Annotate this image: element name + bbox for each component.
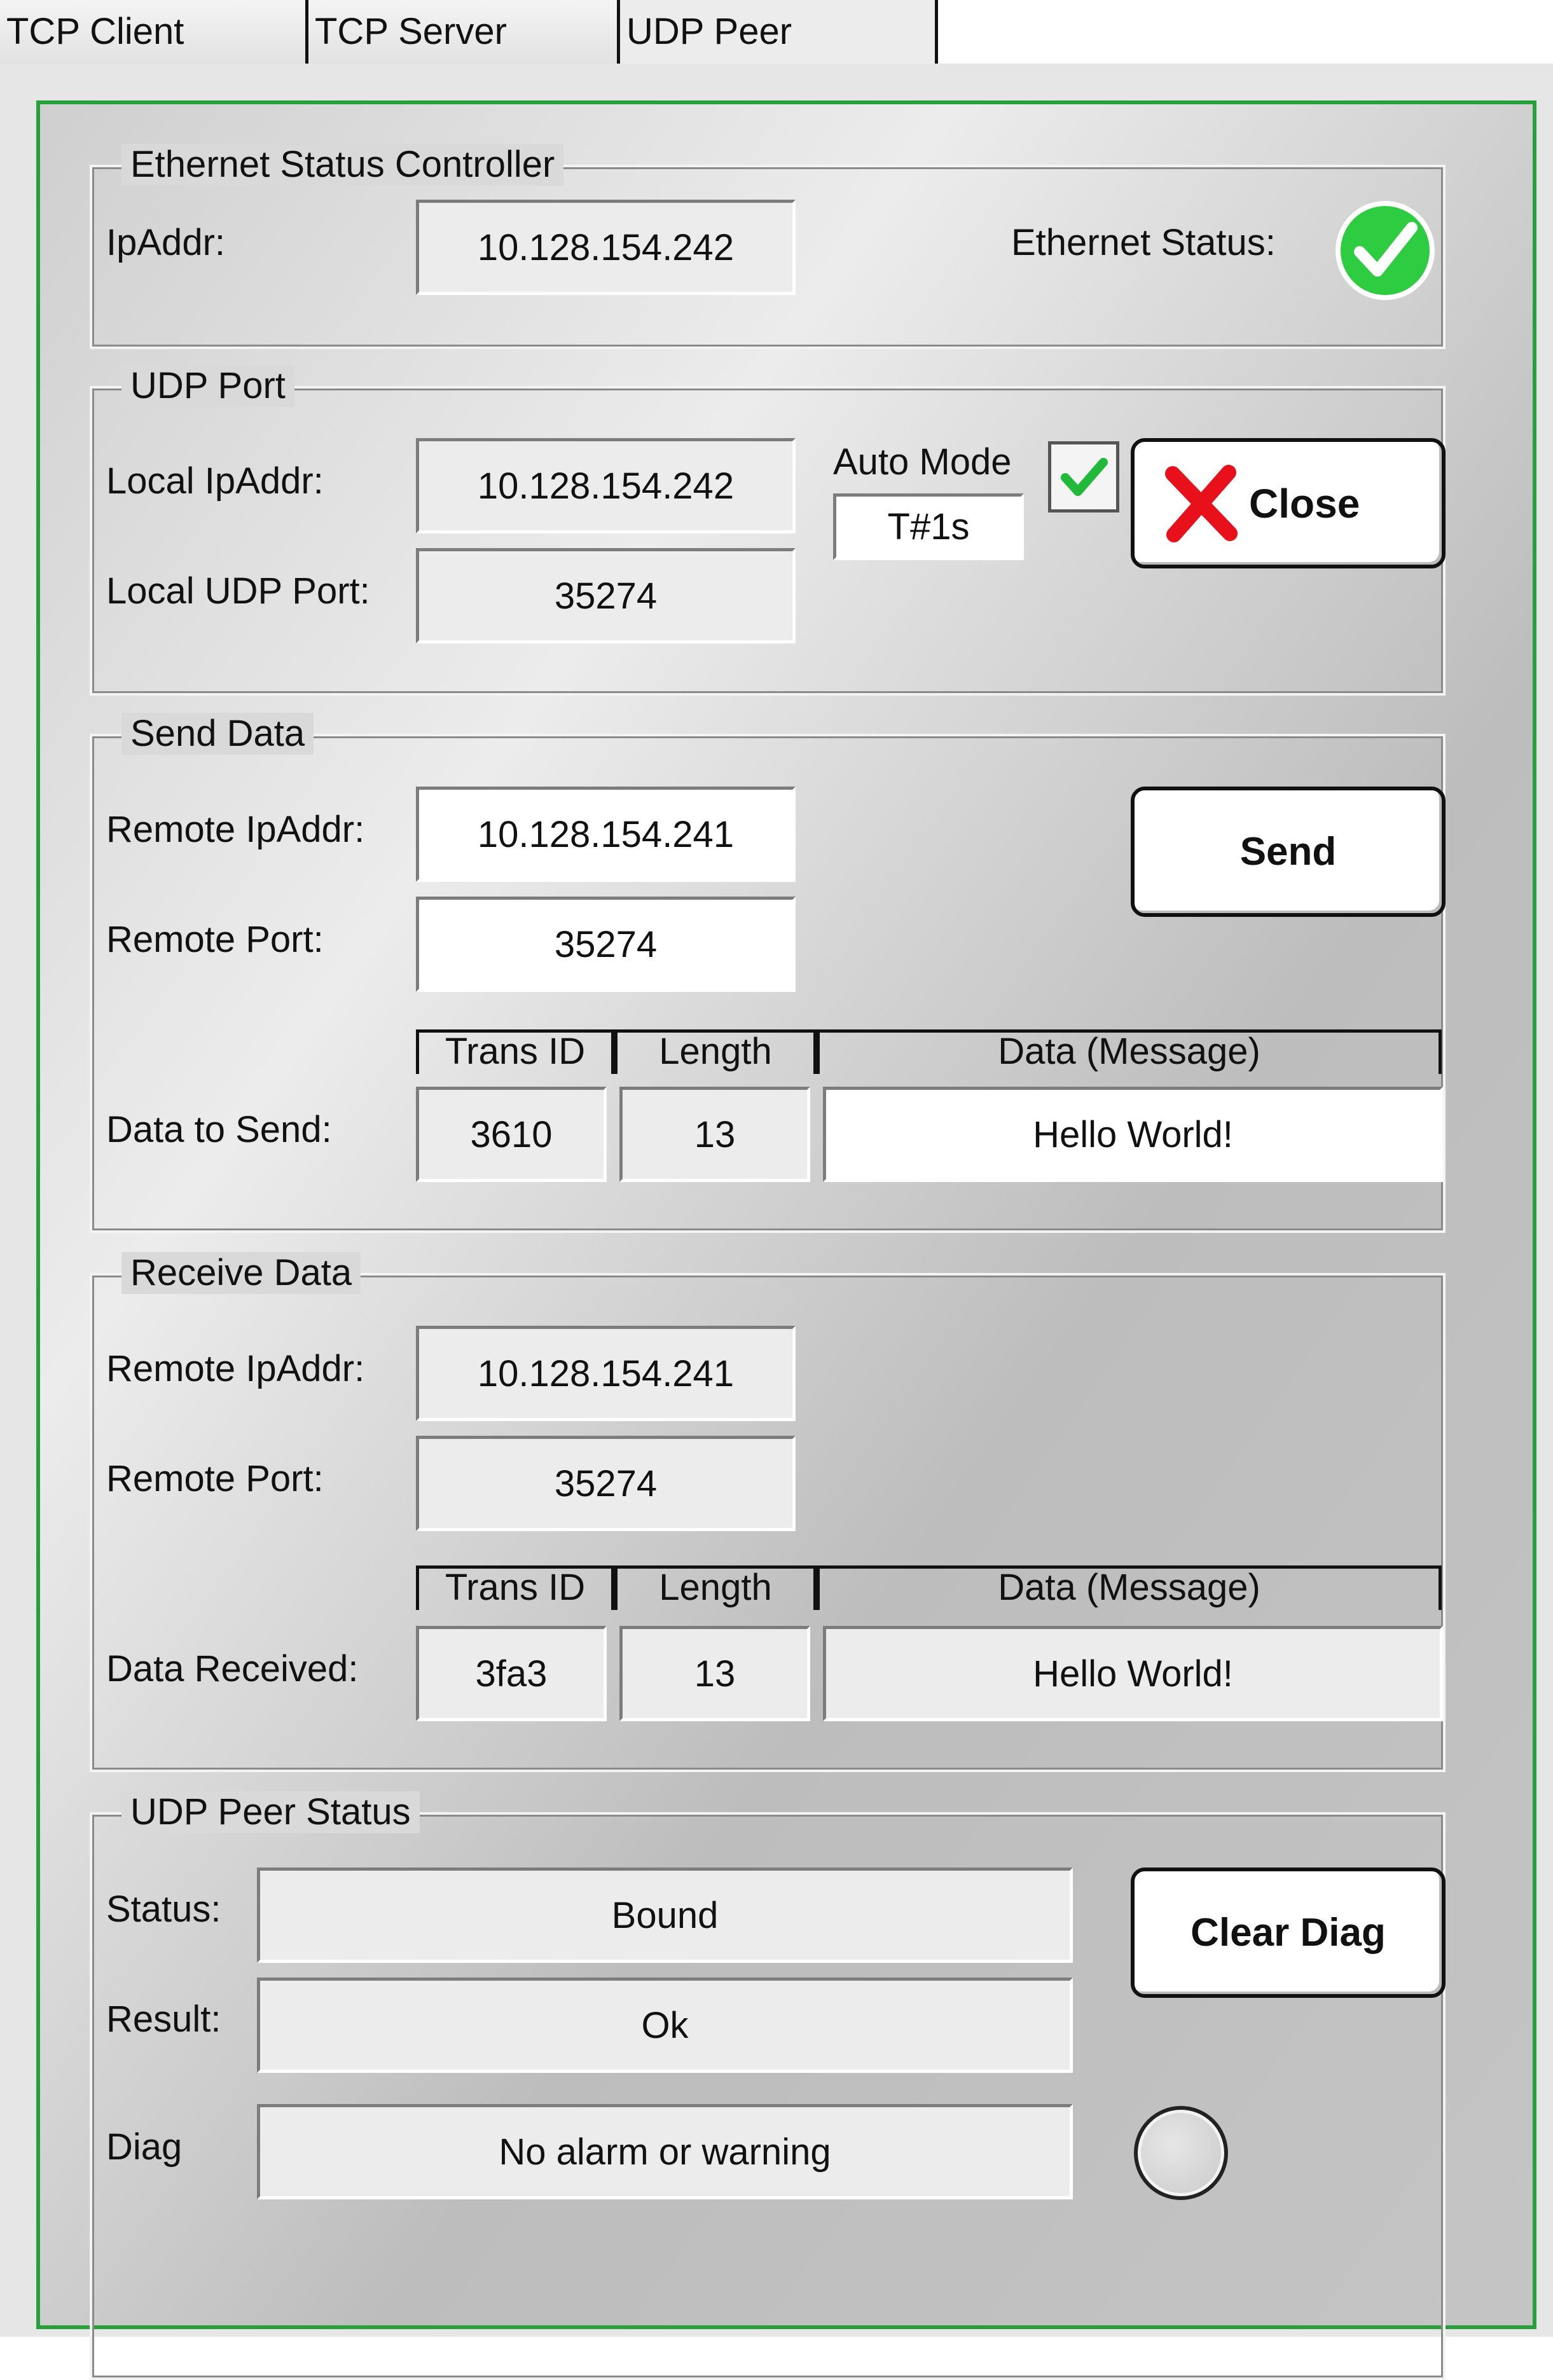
udp-peer-panel: Ethernet Status Controller IpAddr: 10.12…	[36, 100, 1536, 2380]
result-label: Result:	[106, 1998, 221, 2040]
ethernet-status-label: Ethernet Status:	[1011, 222, 1276, 263]
clear-diag-button[interactable]: Clear Diag	[1131, 1868, 1446, 1998]
send-col-message: Data (Message)	[817, 1029, 1442, 1074]
tab-tcp-server[interactable]: TCP Server	[305, 0, 620, 64]
send-data-legend: Send Data	[121, 713, 314, 755]
data-received-label: Data Received:	[106, 1648, 359, 1689]
receive-message-field: Hello World!	[823, 1626, 1443, 1721]
status-field: Bound	[257, 1868, 1073, 1963]
ip-addr-label: IpAddr:	[106, 222, 225, 263]
send-remote-port-label: Remote Port:	[106, 919, 324, 960]
send-length-field: 13	[619, 1087, 810, 1182]
receive-length-field: 13	[619, 1626, 810, 1721]
local-port-field: 35274	[416, 548, 796, 643]
local-ip-field: 10.128.154.242	[416, 438, 796, 533]
diag-field: No alarm or warning	[257, 2104, 1073, 2199]
diag-label: Diag	[106, 2126, 183, 2168]
ethernet-status-legend: Ethernet Status Controller	[121, 144, 564, 186]
tab-udp-peer[interactable]: UDP Peer	[617, 0, 938, 64]
status-label: Status:	[106, 1888, 221, 1930]
receive-remote-port-field: 35274	[416, 1436, 796, 1531]
red-x-icon	[1165, 464, 1238, 542]
close-button[interactable]: Close	[1131, 438, 1446, 568]
ip-addr-field: 10.128.154.242	[416, 200, 796, 295]
receive-remote-ip-field: 10.128.154.241	[416, 1326, 796, 1421]
result-field: Ok	[257, 1978, 1073, 2073]
green-check-circle-icon	[1334, 200, 1436, 301]
auto-mode-checkbox[interactable]	[1048, 441, 1119, 512]
udp-port-legend: UDP Port	[121, 365, 294, 407]
send-trans-id-field: 3610	[416, 1087, 607, 1182]
send-remote-port-input[interactable]: 35274	[416, 897, 796, 992]
send-message-input[interactable]: Hello World!	[823, 1087, 1443, 1182]
diag-indicator-lamp	[1134, 2106, 1228, 2200]
auto-mode-label: Auto Mode	[833, 441, 1012, 483]
receive-col-trans-id: Trans ID	[416, 1565, 614, 1610]
receive-remote-ip-label: Remote IpAddr:	[106, 1348, 365, 1389]
send-col-trans-id: Trans ID	[416, 1029, 614, 1074]
receive-col-message: Data (Message)	[817, 1565, 1442, 1610]
auto-mode-time-input[interactable]: T#1s	[833, 493, 1024, 560]
check-mark-icon	[1061, 458, 1108, 496]
send-col-length: Length	[614, 1029, 817, 1074]
local-port-label: Local UDP Port:	[106, 570, 370, 612]
tab-tcp-client[interactable]: TCP Client	[0, 0, 308, 64]
local-ip-label: Local IpAddr:	[106, 460, 324, 502]
udp-peer-status-legend: UDP Peer Status	[121, 1791, 420, 1833]
send-remote-ip-input[interactable]: 10.128.154.241	[416, 787, 796, 882]
receive-remote-port-label: Remote Port:	[106, 1458, 324, 1499]
receive-trans-id-field: 3fa3	[416, 1626, 607, 1721]
send-remote-ip-label: Remote IpAddr:	[106, 809, 365, 850]
close-button-label: Close	[1249, 480, 1360, 526]
data-to-send-label: Data to Send:	[106, 1109, 332, 1150]
receive-data-legend: Receive Data	[121, 1252, 361, 1294]
receive-col-length: Length	[614, 1565, 817, 1610]
send-button[interactable]: Send	[1131, 787, 1446, 917]
